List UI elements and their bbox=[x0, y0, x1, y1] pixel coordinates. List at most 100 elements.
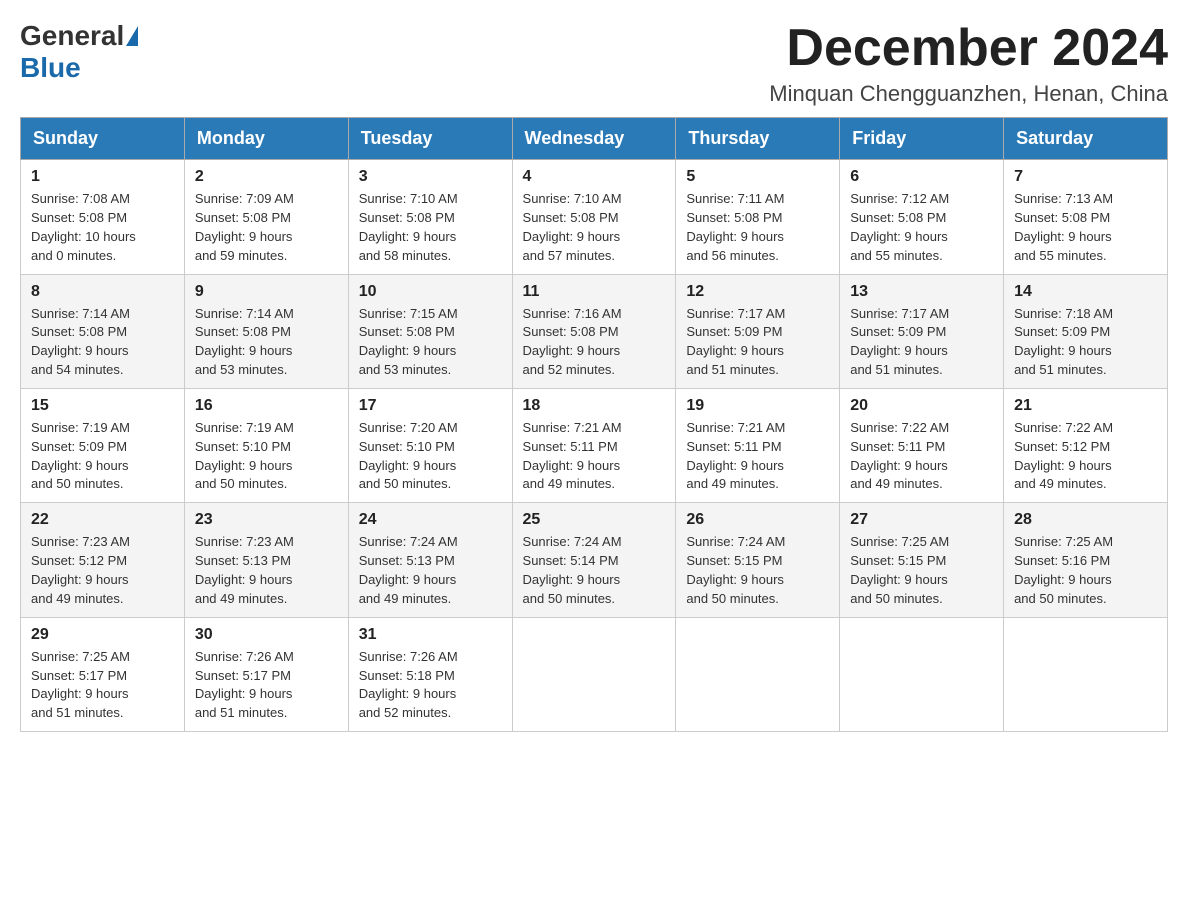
calendar-cell bbox=[512, 617, 676, 731]
calendar-cell: 26 Sunrise: 7:24 AMSunset: 5:15 PMDaylig… bbox=[676, 503, 840, 617]
day-number: 25 bbox=[523, 511, 666, 529]
calendar-cell: 7 Sunrise: 7:13 AMSunset: 5:08 PMDayligh… bbox=[1004, 160, 1168, 274]
day-info: Sunrise: 7:12 AMSunset: 5:08 PMDaylight:… bbox=[850, 191, 949, 263]
calendar-cell: 4 Sunrise: 7:10 AMSunset: 5:08 PMDayligh… bbox=[512, 160, 676, 274]
calendar-cell: 13 Sunrise: 7:17 AMSunset: 5:09 PMDaylig… bbox=[840, 274, 1004, 388]
weekday-header-tuesday: Tuesday bbox=[348, 118, 512, 160]
day-number: 21 bbox=[1014, 397, 1157, 415]
calendar-cell bbox=[676, 617, 840, 731]
day-number: 1 bbox=[31, 168, 174, 186]
day-info: Sunrise: 7:24 AMSunset: 5:13 PMDaylight:… bbox=[359, 534, 458, 606]
day-number: 14 bbox=[1014, 283, 1157, 301]
day-number: 12 bbox=[686, 283, 829, 301]
day-info: Sunrise: 7:26 AMSunset: 5:18 PMDaylight:… bbox=[359, 649, 458, 721]
day-number: 3 bbox=[359, 168, 502, 186]
day-info: Sunrise: 7:19 AMSunset: 5:10 PMDaylight:… bbox=[195, 420, 294, 492]
calendar-cell: 22 Sunrise: 7:23 AMSunset: 5:12 PMDaylig… bbox=[21, 503, 185, 617]
logo-triangle-icon bbox=[126, 26, 138, 46]
day-info: Sunrise: 7:15 AMSunset: 5:08 PMDaylight:… bbox=[359, 306, 458, 378]
calendar-cell: 20 Sunrise: 7:22 AMSunset: 5:11 PMDaylig… bbox=[840, 388, 1004, 502]
calendar-cell bbox=[1004, 617, 1168, 731]
calendar-cell: 9 Sunrise: 7:14 AMSunset: 5:08 PMDayligh… bbox=[184, 274, 348, 388]
calendar-week-row: 1 Sunrise: 7:08 AMSunset: 5:08 PMDayligh… bbox=[21, 160, 1168, 274]
day-number: 8 bbox=[31, 283, 174, 301]
day-info: Sunrise: 7:25 AMSunset: 5:15 PMDaylight:… bbox=[850, 534, 949, 606]
calendar-cell: 30 Sunrise: 7:26 AMSunset: 5:17 PMDaylig… bbox=[184, 617, 348, 731]
calendar-cell: 11 Sunrise: 7:16 AMSunset: 5:08 PMDaylig… bbox=[512, 274, 676, 388]
day-number: 10 bbox=[359, 283, 502, 301]
calendar-cell: 10 Sunrise: 7:15 AMSunset: 5:08 PMDaylig… bbox=[348, 274, 512, 388]
day-info: Sunrise: 7:20 AMSunset: 5:10 PMDaylight:… bbox=[359, 420, 458, 492]
day-info: Sunrise: 7:23 AMSunset: 5:13 PMDaylight:… bbox=[195, 534, 294, 606]
calendar-cell: 15 Sunrise: 7:19 AMSunset: 5:09 PMDaylig… bbox=[21, 388, 185, 502]
calendar-cell: 5 Sunrise: 7:11 AMSunset: 5:08 PMDayligh… bbox=[676, 160, 840, 274]
calendar-cell: 3 Sunrise: 7:10 AMSunset: 5:08 PMDayligh… bbox=[348, 160, 512, 274]
day-info: Sunrise: 7:23 AMSunset: 5:12 PMDaylight:… bbox=[31, 534, 130, 606]
day-number: 7 bbox=[1014, 168, 1157, 186]
calendar-cell: 1 Sunrise: 7:08 AMSunset: 5:08 PMDayligh… bbox=[21, 160, 185, 274]
day-number: 15 bbox=[31, 397, 174, 415]
calendar-cell bbox=[840, 617, 1004, 731]
day-info: Sunrise: 7:16 AMSunset: 5:08 PMDaylight:… bbox=[523, 306, 622, 378]
weekday-header-friday: Friday bbox=[840, 118, 1004, 160]
day-number: 13 bbox=[850, 283, 993, 301]
day-info: Sunrise: 7:17 AMSunset: 5:09 PMDaylight:… bbox=[850, 306, 949, 378]
day-number: 23 bbox=[195, 511, 338, 529]
day-number: 6 bbox=[850, 168, 993, 186]
weekday-header-row: SundayMondayTuesdayWednesdayThursdayFrid… bbox=[21, 118, 1168, 160]
day-number: 20 bbox=[850, 397, 993, 415]
day-number: 31 bbox=[359, 626, 502, 644]
day-info: Sunrise: 7:25 AMSunset: 5:16 PMDaylight:… bbox=[1014, 534, 1113, 606]
calendar-cell: 17 Sunrise: 7:20 AMSunset: 5:10 PMDaylig… bbox=[348, 388, 512, 502]
calendar-cell: 27 Sunrise: 7:25 AMSunset: 5:15 PMDaylig… bbox=[840, 503, 1004, 617]
weekday-header-monday: Monday bbox=[184, 118, 348, 160]
weekday-header-saturday: Saturday bbox=[1004, 118, 1168, 160]
day-number: 9 bbox=[195, 283, 338, 301]
day-info: Sunrise: 7:22 AMSunset: 5:12 PMDaylight:… bbox=[1014, 420, 1113, 492]
calendar-cell: 31 Sunrise: 7:26 AMSunset: 5:18 PMDaylig… bbox=[348, 617, 512, 731]
calendar-week-row: 29 Sunrise: 7:25 AMSunset: 5:17 PMDaylig… bbox=[21, 617, 1168, 731]
day-number: 5 bbox=[686, 168, 829, 186]
month-year-title: December 2024 bbox=[769, 20, 1168, 77]
day-number: 28 bbox=[1014, 511, 1157, 529]
calendar-cell: 24 Sunrise: 7:24 AMSunset: 5:13 PMDaylig… bbox=[348, 503, 512, 617]
day-info: Sunrise: 7:24 AMSunset: 5:14 PMDaylight:… bbox=[523, 534, 622, 606]
calendar-table: SundayMondayTuesdayWednesdayThursdayFrid… bbox=[20, 117, 1168, 732]
day-info: Sunrise: 7:10 AMSunset: 5:08 PMDaylight:… bbox=[359, 191, 458, 263]
day-info: Sunrise: 7:25 AMSunset: 5:17 PMDaylight:… bbox=[31, 649, 130, 721]
day-number: 24 bbox=[359, 511, 502, 529]
day-info: Sunrise: 7:14 AMSunset: 5:08 PMDaylight:… bbox=[195, 306, 294, 378]
day-number: 30 bbox=[195, 626, 338, 644]
logo: General Blue bbox=[20, 20, 140, 84]
day-info: Sunrise: 7:26 AMSunset: 5:17 PMDaylight:… bbox=[195, 649, 294, 721]
calendar-cell: 16 Sunrise: 7:19 AMSunset: 5:10 PMDaylig… bbox=[184, 388, 348, 502]
weekday-header-wednesday: Wednesday bbox=[512, 118, 676, 160]
calendar-cell: 12 Sunrise: 7:17 AMSunset: 5:09 PMDaylig… bbox=[676, 274, 840, 388]
weekday-header-thursday: Thursday bbox=[676, 118, 840, 160]
calendar-cell: 23 Sunrise: 7:23 AMSunset: 5:13 PMDaylig… bbox=[184, 503, 348, 617]
day-number: 27 bbox=[850, 511, 993, 529]
location-subtitle: Minquan Chengguanzhen, Henan, China bbox=[769, 81, 1168, 107]
day-info: Sunrise: 7:22 AMSunset: 5:11 PMDaylight:… bbox=[850, 420, 949, 492]
calendar-cell: 28 Sunrise: 7:25 AMSunset: 5:16 PMDaylig… bbox=[1004, 503, 1168, 617]
day-number: 16 bbox=[195, 397, 338, 415]
day-info: Sunrise: 7:21 AMSunset: 5:11 PMDaylight:… bbox=[523, 420, 622, 492]
calendar-cell: 18 Sunrise: 7:21 AMSunset: 5:11 PMDaylig… bbox=[512, 388, 676, 502]
day-number: 26 bbox=[686, 511, 829, 529]
calendar-cell: 2 Sunrise: 7:09 AMSunset: 5:08 PMDayligh… bbox=[184, 160, 348, 274]
day-info: Sunrise: 7:09 AMSunset: 5:08 PMDaylight:… bbox=[195, 191, 294, 263]
day-number: 22 bbox=[31, 511, 174, 529]
calendar-cell: 6 Sunrise: 7:12 AMSunset: 5:08 PMDayligh… bbox=[840, 160, 1004, 274]
day-number: 29 bbox=[31, 626, 174, 644]
calendar-week-row: 15 Sunrise: 7:19 AMSunset: 5:09 PMDaylig… bbox=[21, 388, 1168, 502]
day-number: 17 bbox=[359, 397, 502, 415]
day-number: 11 bbox=[523, 283, 666, 301]
calendar-cell: 19 Sunrise: 7:21 AMSunset: 5:11 PMDaylig… bbox=[676, 388, 840, 502]
day-number: 18 bbox=[523, 397, 666, 415]
day-number: 4 bbox=[523, 168, 666, 186]
page-header: General Blue December 2024 Minquan Cheng… bbox=[20, 20, 1168, 107]
day-info: Sunrise: 7:08 AMSunset: 5:08 PMDaylight:… bbox=[31, 191, 136, 263]
logo-general: General bbox=[20, 20, 124, 52]
weekday-header-sunday: Sunday bbox=[21, 118, 185, 160]
calendar-cell: 14 Sunrise: 7:18 AMSunset: 5:09 PMDaylig… bbox=[1004, 274, 1168, 388]
